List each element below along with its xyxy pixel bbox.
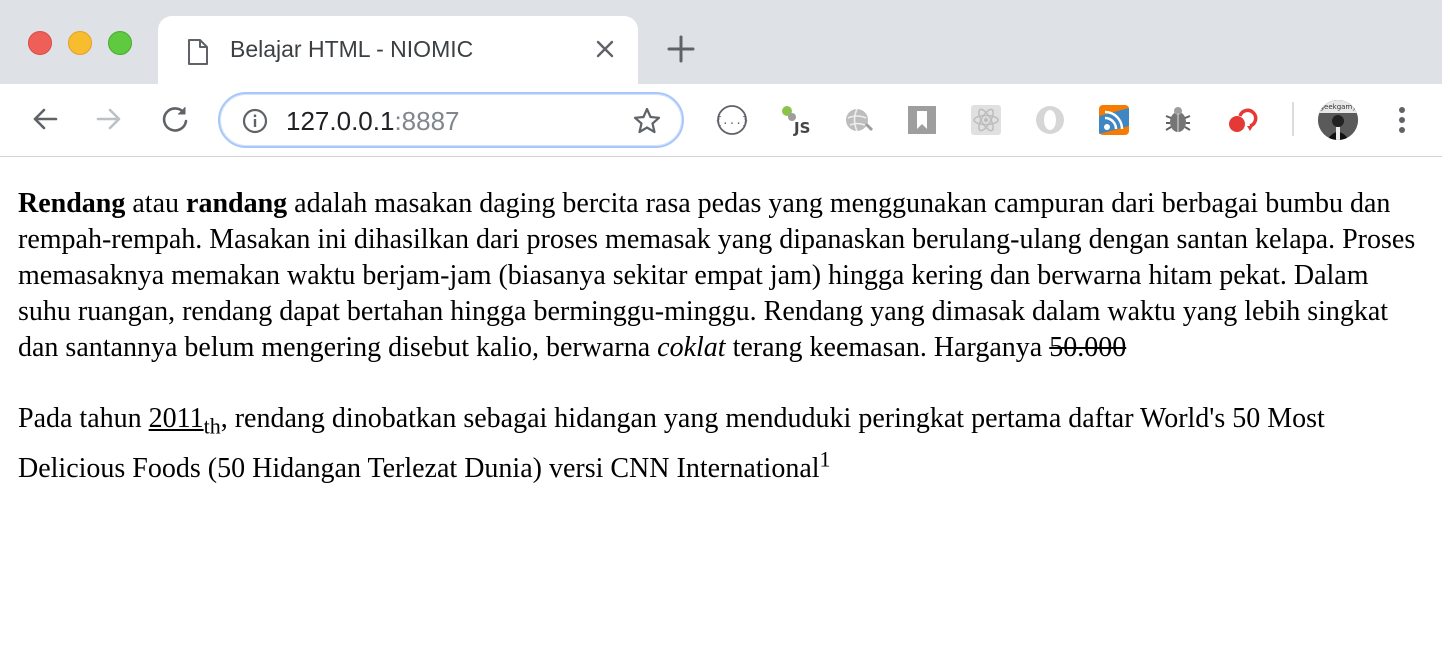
tab-title: Belajar HTML - NIOMIC [230, 36, 474, 62]
close-window-button[interactable] [28, 31, 52, 55]
tab-strip: Belajar HTML - NIOMIC [0, 0, 1442, 84]
react-devtools-icon[interactable] [970, 104, 1002, 136]
web-developer-icon[interactable] [842, 104, 874, 136]
back-arrow-icon[interactable] [30, 104, 60, 134]
svg-text:JS: JS [793, 119, 810, 136]
more-menu-icon[interactable] [1390, 104, 1414, 136]
paragraph-rendang-award: Pada tahun 2011th, rendang dinobatkan se… [18, 394, 1428, 494]
info-icon[interactable] [242, 108, 268, 134]
svg-text:{...}: {...} [716, 114, 748, 127]
text-span: atau [125, 188, 187, 219]
bold-rendang: Rendang [18, 188, 126, 219]
profile-avatar-image: geekgamy [1318, 100, 1358, 140]
opera-o-icon[interactable] [1034, 104, 1066, 136]
toolbar-divider [1292, 102, 1294, 136]
minimize-window-button[interactable] [68, 31, 92, 55]
maximize-window-button[interactable] [108, 31, 132, 55]
text-span: Pada tahun [18, 403, 149, 434]
rss-icon[interactable] [1098, 104, 1130, 136]
profile-avatar[interactable]: geekgamy [1318, 100, 1358, 140]
json-formatter-icon[interactable]: {...} [716, 104, 748, 136]
superscript-footnote: 1 [819, 446, 831, 472]
document-icon [188, 39, 208, 65]
close-tab-icon[interactable] [594, 38, 616, 60]
url-text[interactable]: 127.0.0.1:8887 [286, 106, 460, 137]
subscript-th: th [203, 413, 221, 439]
strikethrough-price: 50.000 [1049, 332, 1127, 363]
new-tab-icon[interactable] [666, 34, 696, 64]
js-toggle-icon[interactable]: JS [780, 104, 812, 136]
underlined-year: 2011 [148, 403, 204, 434]
paragraph-rendang-intro: Rendang atau randang adalah masakan dagi… [18, 186, 1428, 366]
browser-toolbar: 127.0.0.1:8887 {...} JS geekgamy [0, 84, 1442, 157]
bookmark-star-icon[interactable] [632, 106, 662, 136]
italic-coklat: coklat [657, 332, 726, 363]
forward-arrow-icon[interactable] [94, 104, 124, 134]
svg-text:geekgamy: geekgamy [1320, 103, 1357, 111]
bookmark-extension-icon[interactable] [906, 104, 938, 136]
page-content: Rendang atau randang adalah masakan dagi… [18, 186, 1428, 494]
text-span: terang keemasan. Harganya [725, 332, 1050, 363]
aws-s3-icon[interactable] [1226, 104, 1258, 136]
bold-randang: randang [186, 188, 288, 219]
address-bar[interactable]: 127.0.0.1:8887 [218, 92, 684, 148]
browser-tab[interactable]: Belajar HTML - NIOMIC [158, 16, 638, 84]
bug-icon[interactable] [1162, 104, 1194, 136]
reload-icon[interactable] [160, 104, 190, 134]
